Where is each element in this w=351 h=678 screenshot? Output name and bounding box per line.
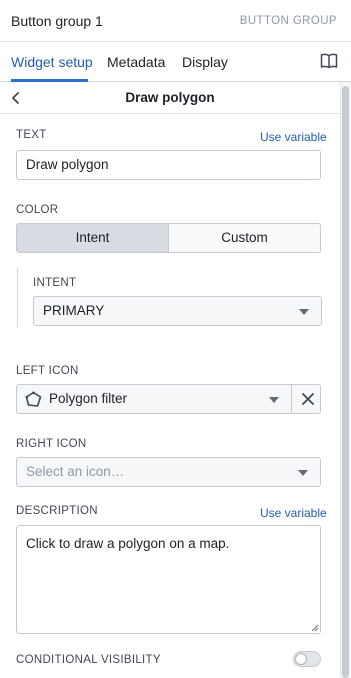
chevron-down-icon bbox=[299, 309, 309, 315]
color-custom-button[interactable]: Custom bbox=[169, 224, 320, 252]
chevron-down-icon bbox=[269, 397, 279, 403]
right-icon-select[interactable]: Select an icon… bbox=[16, 457, 321, 487]
subheader: Draw polygon bbox=[0, 82, 340, 114]
config-panel: Draw polygon TEXT Use variable Draw poly… bbox=[0, 82, 340, 678]
right-icon-label: RIGHT ICON bbox=[16, 438, 87, 450]
intent-value: PRIMARY bbox=[43, 303, 105, 318]
description-value: Click to draw a polygon on a map. bbox=[26, 536, 230, 551]
tab-bar: Widget setup Metadata Display bbox=[0, 42, 351, 82]
clear-icon[interactable] bbox=[301, 392, 315, 406]
tab-display[interactable]: Display bbox=[182, 54, 228, 70]
polygon-filter-icon bbox=[25, 391, 42, 407]
conditional-visibility-toggle[interactable] bbox=[293, 651, 321, 667]
description-textarea[interactable]: Click to draw a polygon on a map. bbox=[16, 525, 321, 634]
description-label: DESCRIPTION bbox=[16, 505, 98, 517]
description-use-variable-link[interactable]: Use variable bbox=[260, 506, 327, 520]
color-segmented-control: Intent Custom bbox=[16, 223, 321, 253]
text-input[interactable]: Draw polygon bbox=[16, 150, 321, 180]
tab-metadata[interactable]: Metadata bbox=[107, 54, 165, 70]
tab-widget-setup[interactable]: Widget setup bbox=[11, 54, 93, 70]
book-icon[interactable] bbox=[320, 52, 338, 70]
right-icon-placeholder: Select an icon… bbox=[26, 464, 125, 479]
text-use-variable-link[interactable]: Use variable bbox=[260, 130, 327, 144]
divider bbox=[291, 385, 292, 413]
intent-select[interactable]: PRIMARY bbox=[33, 296, 322, 326]
color-intent-button[interactable]: Intent bbox=[17, 224, 169, 252]
text-label: TEXT bbox=[16, 129, 47, 141]
resize-handle-icon[interactable] bbox=[311, 624, 319, 632]
toggle-knob bbox=[295, 653, 307, 665]
left-icon-label: LEFT ICON bbox=[16, 365, 79, 377]
widget-type-label: BUTTON GROUP bbox=[239, 15, 337, 27]
conditional-visibility-label: CONDITIONAL VISIBILITY bbox=[16, 654, 161, 666]
color-label: COLOR bbox=[16, 204, 59, 216]
widget-title: Button group 1 bbox=[11, 13, 103, 29]
chevron-down-icon bbox=[298, 470, 308, 476]
intent-group: INTENT PRIMARY bbox=[17, 267, 322, 327]
widget-header: Button group 1 BUTTON GROUP bbox=[0, 0, 351, 42]
left-icon-select[interactable]: Polygon filter bbox=[16, 384, 321, 414]
left-icon-value: Polygon filter bbox=[49, 391, 128, 406]
intent-label: INTENT bbox=[33, 277, 77, 289]
subheader-title: Draw polygon bbox=[125, 90, 215, 105]
scrollbar-thumb[interactable] bbox=[342, 86, 349, 678]
